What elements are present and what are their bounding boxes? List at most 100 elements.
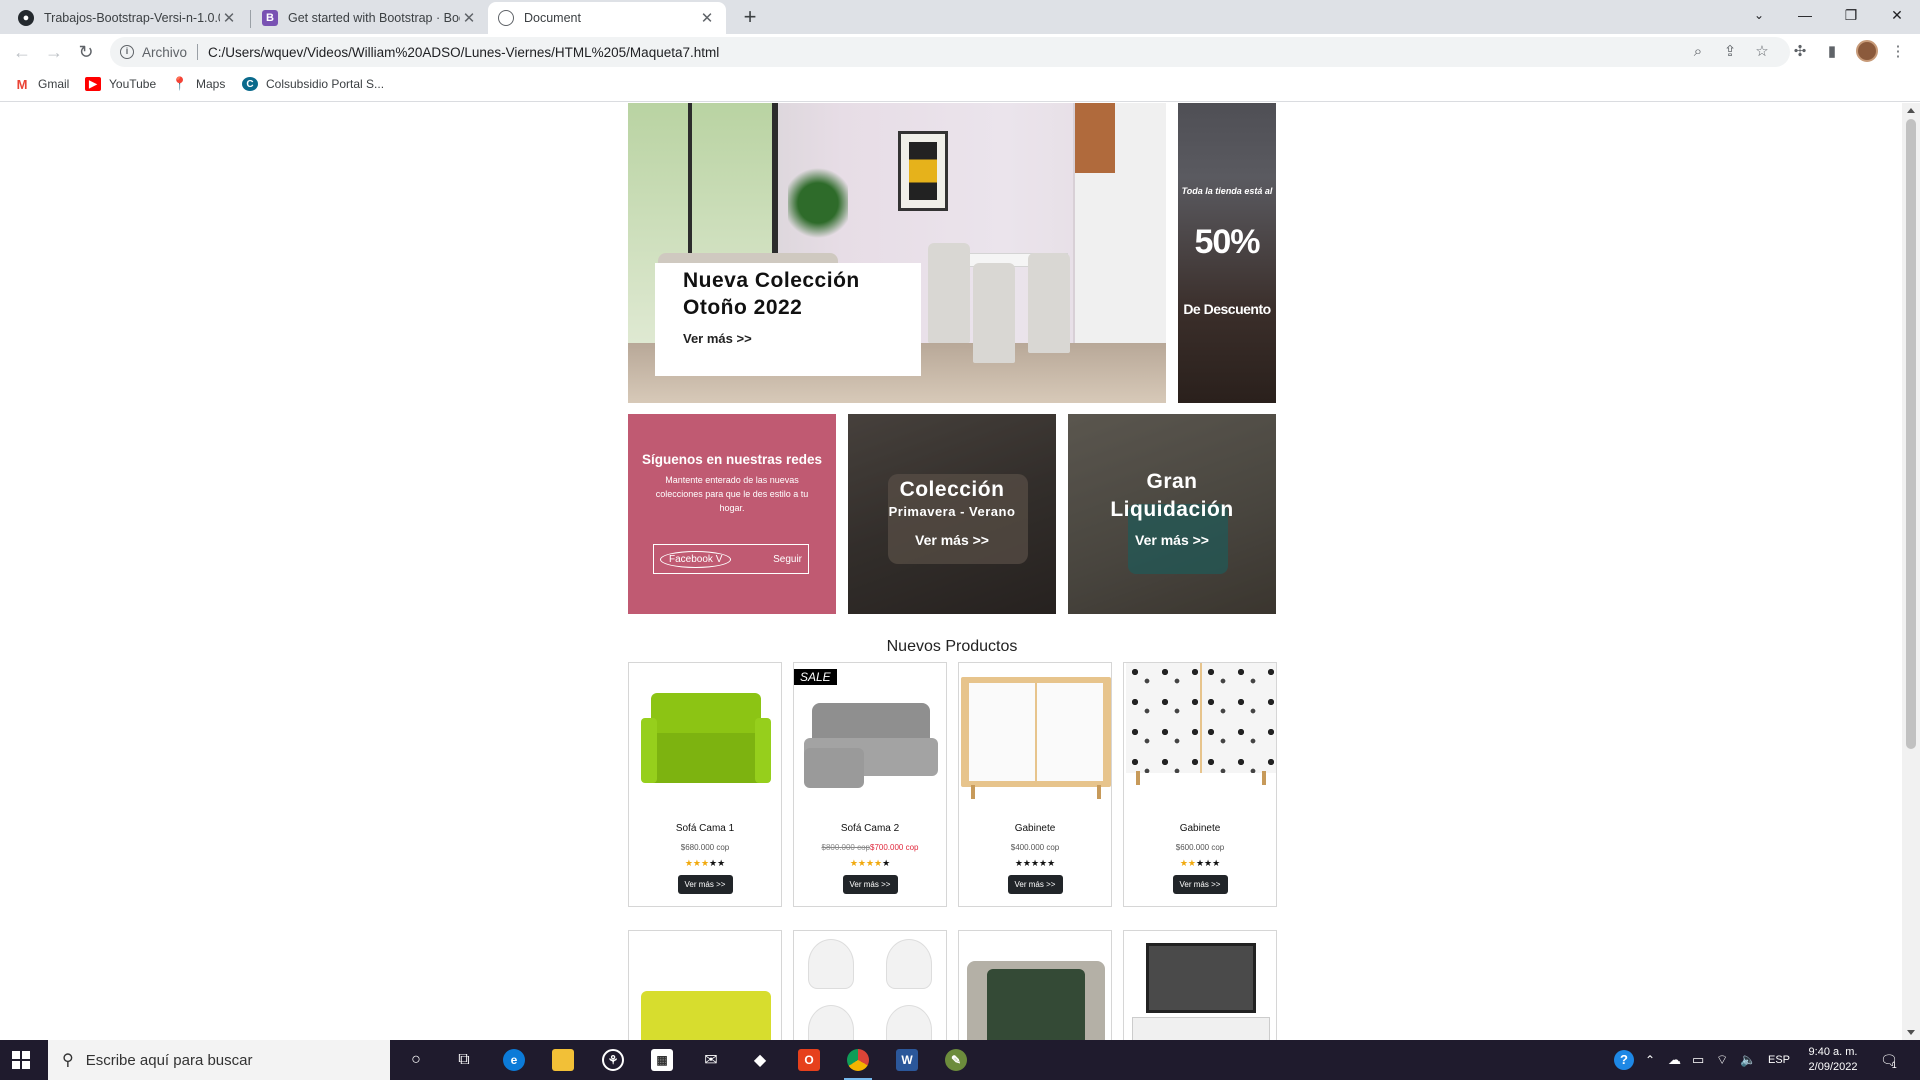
avatar[interactable] [1856,40,1878,62]
bookmark-maps[interactable]: 📍 Maps [172,76,225,91]
facebook-follow-box[interactable]: Facebook V Seguir [653,544,809,574]
windows-taskbar: ⚲ Escribe aquí para buscar ○ ⧉ e ⚘ ▦ ✉ ◆… [0,1040,1920,1080]
back-icon[interactable]: ← [8,38,36,66]
github-icon: ● [18,10,34,26]
tab-document[interactable]: Document ✕ [488,2,726,34]
discount-banner[interactable]: Toda la tienda está al 50% De Descuento [1178,103,1276,403]
close-icon[interactable]: ✕ [698,9,716,27]
menu-icon[interactable]: ⋮ [1887,41,1909,63]
help-icon[interactable]: ? [1614,1040,1634,1080]
view-more-button[interactable]: Ver más >> [677,875,733,894]
dropbox-icon[interactable]: ◆ [740,1046,780,1074]
tab-search-icon[interactable]: ⌄ [1736,0,1782,30]
view-more-button[interactable]: Ver más >> [842,875,898,894]
windows-start-icon[interactable] [12,1051,30,1069]
bookmark-star-icon[interactable]: ☆ [1751,41,1773,63]
close-window-button[interactable]: ✕ [1874,0,1920,30]
social-card: Síguenos en nuestras redes Mantente ente… [628,414,836,614]
product-name: Sofá Cama 1 [675,823,735,834]
product-card [1123,930,1277,1040]
new-tab-button[interactable]: + [736,4,764,32]
store-icon[interactable]: ▦ [642,1046,682,1074]
side-panel-icon[interactable]: ▮ [1821,41,1843,63]
product-card: Gabinete $600.000 cop ★★★★★ Ver más >> [1123,662,1277,907]
rating-stars: ★★★★★ [1179,858,1221,868]
tile-link[interactable]: Ver más >> [1068,532,1276,548]
task-view-icon[interactable]: ⧉ [444,1046,484,1074]
product-card [958,930,1112,1040]
bookmark-colsubsidio[interactable]: C Colsubsidio Portal S... [242,77,384,91]
share-icon[interactable]: ⇪ [1719,41,1741,63]
reload-icon[interactable]: ↻ [72,38,100,66]
clearance-tile[interactable]: Gran Liquidación Ver más >> [1068,414,1276,614]
promo-percent: 50% [1194,223,1260,261]
wifi-icon[interactable]: ⌔ [1716,1040,1728,1080]
browser-toolbar: ← → ↻ i Archivo C:/Users/wquev/Videos/Wi… [0,34,1920,70]
minimize-button[interactable]: — [1782,0,1828,30]
gmail-icon: M [16,76,28,92]
product-name: Sofá Cama 2 [840,823,900,834]
section-title: Nuevos Productos [886,638,1018,655]
close-icon[interactable]: ✕ [220,9,238,27]
collection-tile[interactable]: Colección Primavera - Verano Ver más >> [848,414,1056,614]
scroll-down-icon[interactable] [1907,1030,1915,1035]
hero-link[interactable]: Ver más >> [683,331,893,346]
edge-icon[interactable]: e [494,1046,534,1074]
promo-line3: De Descuento [1183,301,1271,317]
app-icon[interactable]: ⚘ [593,1046,633,1074]
scroll-up-icon[interactable] [1907,108,1915,113]
scrollbar-thumb[interactable] [1906,119,1916,749]
cloud-icon[interactable]: ☁ [1668,1040,1681,1080]
product-card: SALE Sofá Cama 2 $800.000 cop$700.000 co… [793,662,947,907]
product-card: Gabinete $400.000 cop ★★★★★ Ver más >> [958,662,1112,907]
bookmark-label: YouTube [109,77,157,91]
zoom-icon[interactable]: ⌕ [1687,41,1709,63]
address-bar[interactable]: i Archivo C:/Users/wquev/Videos/William%… [110,37,1790,67]
volume-icon[interactable]: 🔈 [1740,1040,1756,1080]
product-image [959,663,1111,813]
globe-icon [498,10,514,26]
hero-title: Nueva Colección Otoño 2022 [683,269,860,319]
close-icon[interactable]: ✕ [460,9,478,27]
tab-bootstrap[interactable]: B Get started with Bootstrap · Boot ✕ [252,2,488,34]
app-icon[interactable]: ✎ [936,1046,976,1074]
facebook-link[interactable]: Facebook [669,554,713,565]
mail-icon[interactable]: ✉ [691,1046,731,1074]
info-icon[interactable]: i [120,45,134,59]
file-explorer-icon[interactable] [543,1046,583,1074]
forward-icon[interactable]: → [40,38,68,66]
search-icon: ⚲ [62,1052,74,1069]
tile-title: Colección [899,478,1005,501]
clock[interactable]: 9:40 a. m. 2/09/2022 [1800,1045,1866,1075]
promo-line1: Toda la tienda está al [1181,186,1273,196]
tab-github[interactable]: ● Trabajos-Bootstrap-Versi-n-1.0.0 ✕ [8,2,248,34]
notifications-icon[interactable]: 🗨 1 [1880,1040,1898,1080]
view-more-button[interactable]: Ver más >> [1007,875,1063,894]
word-icon[interactable]: W [887,1046,927,1074]
network-icon[interactable]: ▭ [1692,1040,1704,1080]
product-price: $600.000 cop [1175,843,1225,852]
bookmark-youtube[interactable]: ▶ YouTube [85,77,156,91]
restore-button[interactable]: ❐ [1828,0,1874,30]
tile-link[interactable]: Ver más >> [848,532,1056,548]
page-viewport: Nueva Colección Otoño 2022 Ver más >> To… [0,103,1902,1040]
language-indicator[interactable]: ESP [1768,1040,1790,1080]
page-scrollbar[interactable] [1902,103,1920,1040]
view-more-button[interactable]: Ver más >> [1172,875,1228,894]
rating-stars: ★★★★★ [1014,858,1056,868]
chrome-icon[interactable] [838,1046,878,1080]
extensions-icon[interactable]: ✣ [1789,41,1811,63]
chevron-up-icon[interactable]: ⌃ [1645,1040,1655,1080]
product-old-price: $800.000 cop [821,843,871,852]
taskbar-search[interactable]: ⚲ Escribe aquí para buscar [48,1040,390,1080]
url-text[interactable]: C:/Users/wquev/Videos/William%20ADSO/Lun… [208,45,719,60]
product-image [629,931,781,1040]
bookmark-gmail[interactable]: M Gmail [14,76,70,92]
follow-button[interactable]: Seguir [773,554,802,565]
product-name: Gabinete [1014,823,1056,834]
facebook-badge: V [715,553,723,565]
cortana-icon[interactable]: ○ [396,1046,436,1074]
tab-title: Get started with Bootstrap · Boot [288,11,460,25]
product-image: SALE [794,663,946,813]
office-icon[interactable]: O [789,1046,829,1074]
